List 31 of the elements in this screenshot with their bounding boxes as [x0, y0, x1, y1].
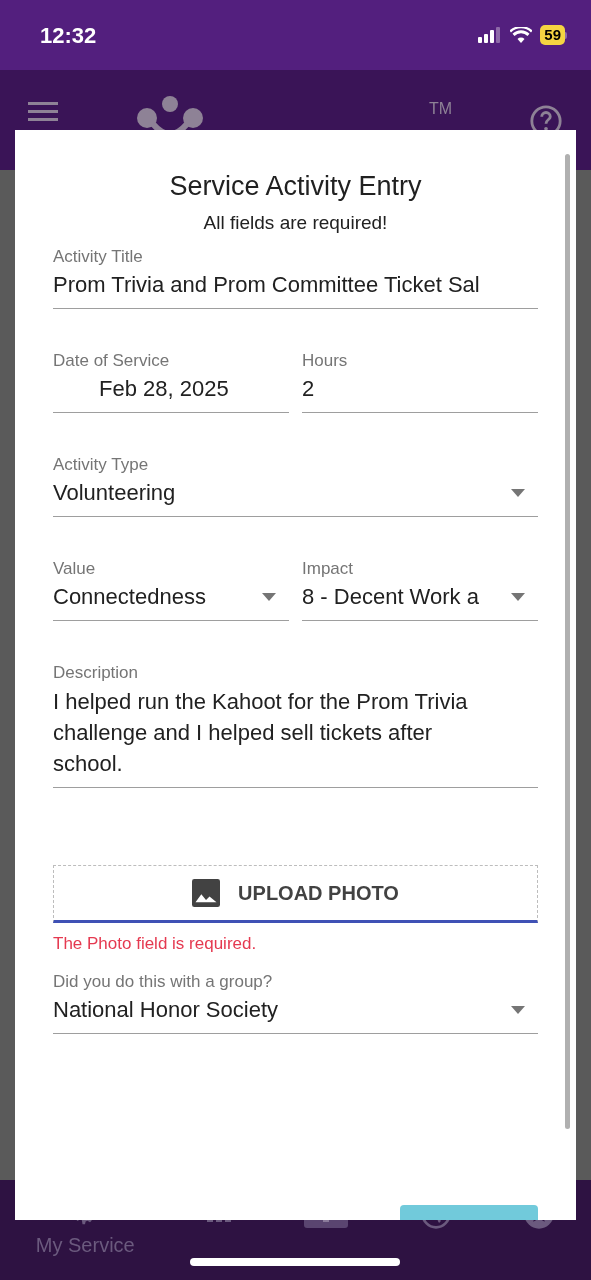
field-label: Hours	[302, 350, 349, 372]
field-label: Impact	[302, 558, 355, 580]
dropdown-caret-icon	[511, 489, 525, 497]
status-time: 12:32	[40, 21, 97, 50]
dialog-subtitle: All fields are required!	[202, 211, 389, 235]
field-label: Did you do this with a group?	[53, 970, 274, 993]
upload-photo-button[interactable]: UPLOAD PHOTO	[53, 865, 538, 923]
select-field[interactable]: 8 - Decent Work a	[302, 582, 538, 621]
error-message: The Photo field is required.	[53, 933, 258, 955]
dropdown-caret-icon	[511, 1005, 525, 1014]
select-field[interactable]: Connectedness	[53, 582, 289, 621]
battery-indicator: 59	[540, 25, 567, 45]
dropdown-caret-icon	[262, 593, 276, 601]
field-label: Date of Service	[53, 350, 171, 372]
textarea-input[interactable]: I helped run the Kahoot for the Prom Trivia challenge and I helped sell tickets after school.	[53, 686, 538, 788]
trademark-label: TM	[428, 100, 453, 118]
menu-icon[interactable]	[28, 100, 58, 124]
wifi-icon	[510, 27, 533, 43]
text-input[interactable]: Prom Trivia and Prom Committee Ticket Sal	[53, 270, 538, 309]
dropdown-caret-icon	[511, 593, 525, 601]
image-icon	[192, 879, 221, 907]
field-label: Description	[53, 662, 140, 684]
field-label: Activity Title	[53, 246, 144, 268]
field-label: Activity Type	[53, 454, 150, 476]
select-field[interactable]: Volunteering	[53, 478, 538, 517]
signal-icon	[478, 27, 503, 43]
field-label: Value	[53, 558, 97, 580]
date-input[interactable]: Feb 28, 2025	[53, 374, 289, 413]
text-input[interactable]: 2	[302, 374, 538, 413]
dialog-title: Service Activity Entry	[168, 170, 423, 203]
select-field[interactable]: National Honor Society	[53, 994, 538, 1034]
